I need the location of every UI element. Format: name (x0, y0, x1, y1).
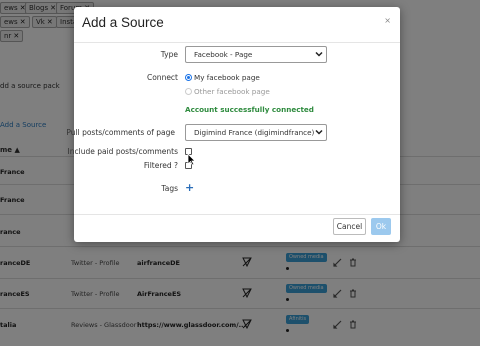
page-select[interactable]: Digimind France (digimindfrance) (185, 124, 327, 141)
mouse-cursor-icon (187, 153, 196, 166)
connect-label: Connect (146, 73, 178, 82)
type-label: Type (160, 50, 178, 59)
success-message: Account successfully connected (185, 105, 314, 114)
radio-other-facebook-page[interactable] (185, 88, 192, 95)
radio-label: My facebook page (194, 73, 260, 82)
close-icon[interactable]: × (384, 16, 391, 25)
chevron-down-icon (315, 129, 323, 135)
page-select-value: Digimind France (digimindfrance) (194, 128, 315, 137)
include-paid-label: Include paid posts/comments (67, 147, 178, 156)
type-select[interactable]: Facebook - Page (185, 46, 327, 63)
ok-button[interactable]: Ok (371, 218, 391, 235)
filtered-label: Filtered ? (143, 161, 178, 170)
divider (74, 42, 400, 43)
add-source-modal: Add a Source × Type Facebook - Page Conn… (66, 7, 400, 242)
modal-title: Add a Source (82, 15, 164, 30)
chevron-down-icon (315, 51, 323, 57)
type-select-value: Facebook - Page (194, 50, 253, 59)
radio-my-facebook-page[interactable] (185, 74, 192, 81)
pull-posts-label: Pull posts/comments of page (66, 128, 175, 137)
tags-label: Tags (161, 184, 178, 193)
add-tag-plus-icon[interactable]: + (185, 182, 194, 193)
radio-label: Other facebook page (194, 87, 270, 96)
cancel-button[interactable]: Cancel (333, 218, 366, 235)
divider (74, 214, 400, 215)
